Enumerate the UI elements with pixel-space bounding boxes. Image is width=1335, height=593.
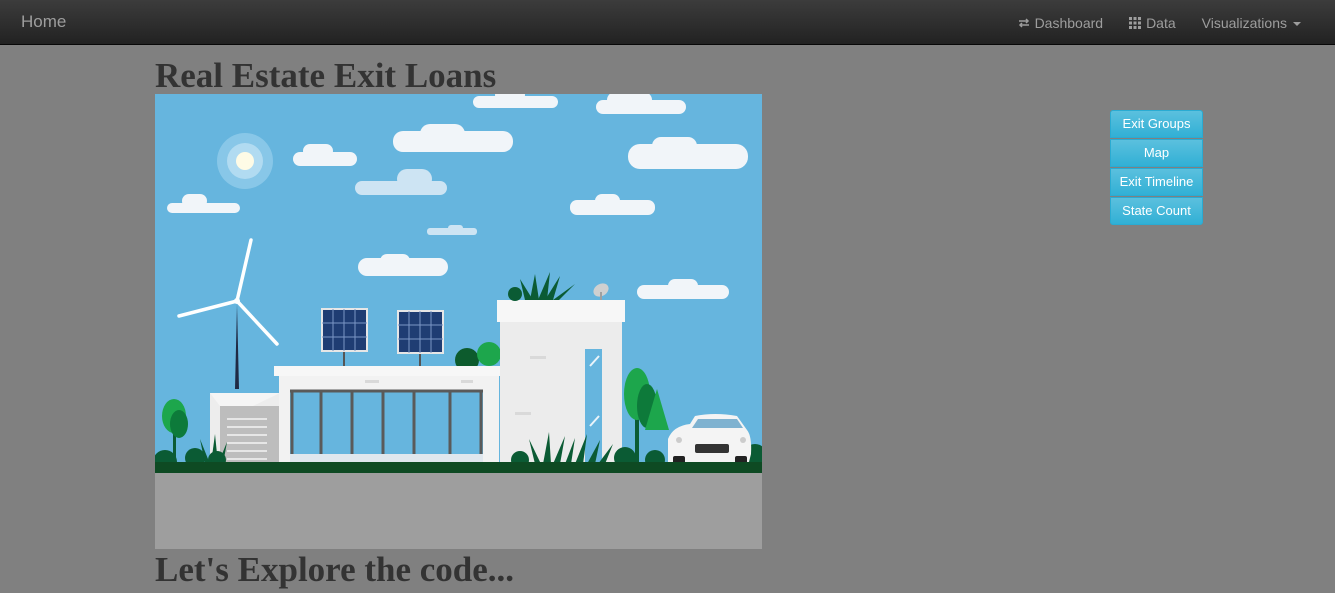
transfer-icon (1018, 17, 1029, 28)
state-count-button[interactable]: State Count (1110, 197, 1203, 225)
nav-dashboard-label: Dashboard (1034, 14, 1104, 31)
page-title: Real Estate Exit Loans (155, 56, 497, 95)
grid-icon (1129, 16, 1142, 29)
nav-data-label: Data (1146, 14, 1176, 31)
home-link[interactable]: Home (21, 12, 66, 32)
house-illustration-svg (155, 94, 762, 549)
caret-down-icon (1293, 21, 1301, 26)
map-button[interactable]: Map (1110, 139, 1203, 167)
nav-dashboard-link[interactable]: Dashboard (1018, 14, 1104, 31)
navbar: Home Dashboard Data Visualizations (0, 0, 1335, 45)
house-illustration (155, 94, 762, 549)
nav-links: Dashboard Data Visualizations (992, 0, 1335, 45)
page-subtitle: Let's Explore the code... (155, 550, 515, 589)
exit-timeline-button[interactable]: Exit Timeline (1110, 168, 1203, 196)
nav-visualizations-dropdown[interactable]: Visualizations (1202, 15, 1301, 31)
exit-groups-button[interactable]: Exit Groups (1110, 110, 1203, 138)
nav-visualizations-label: Visualizations (1201, 14, 1287, 31)
visualization-button-group: Exit Groups Map Exit Timeline State Coun… (1110, 110, 1203, 226)
nav-data-link[interactable]: Data (1129, 15, 1176, 31)
